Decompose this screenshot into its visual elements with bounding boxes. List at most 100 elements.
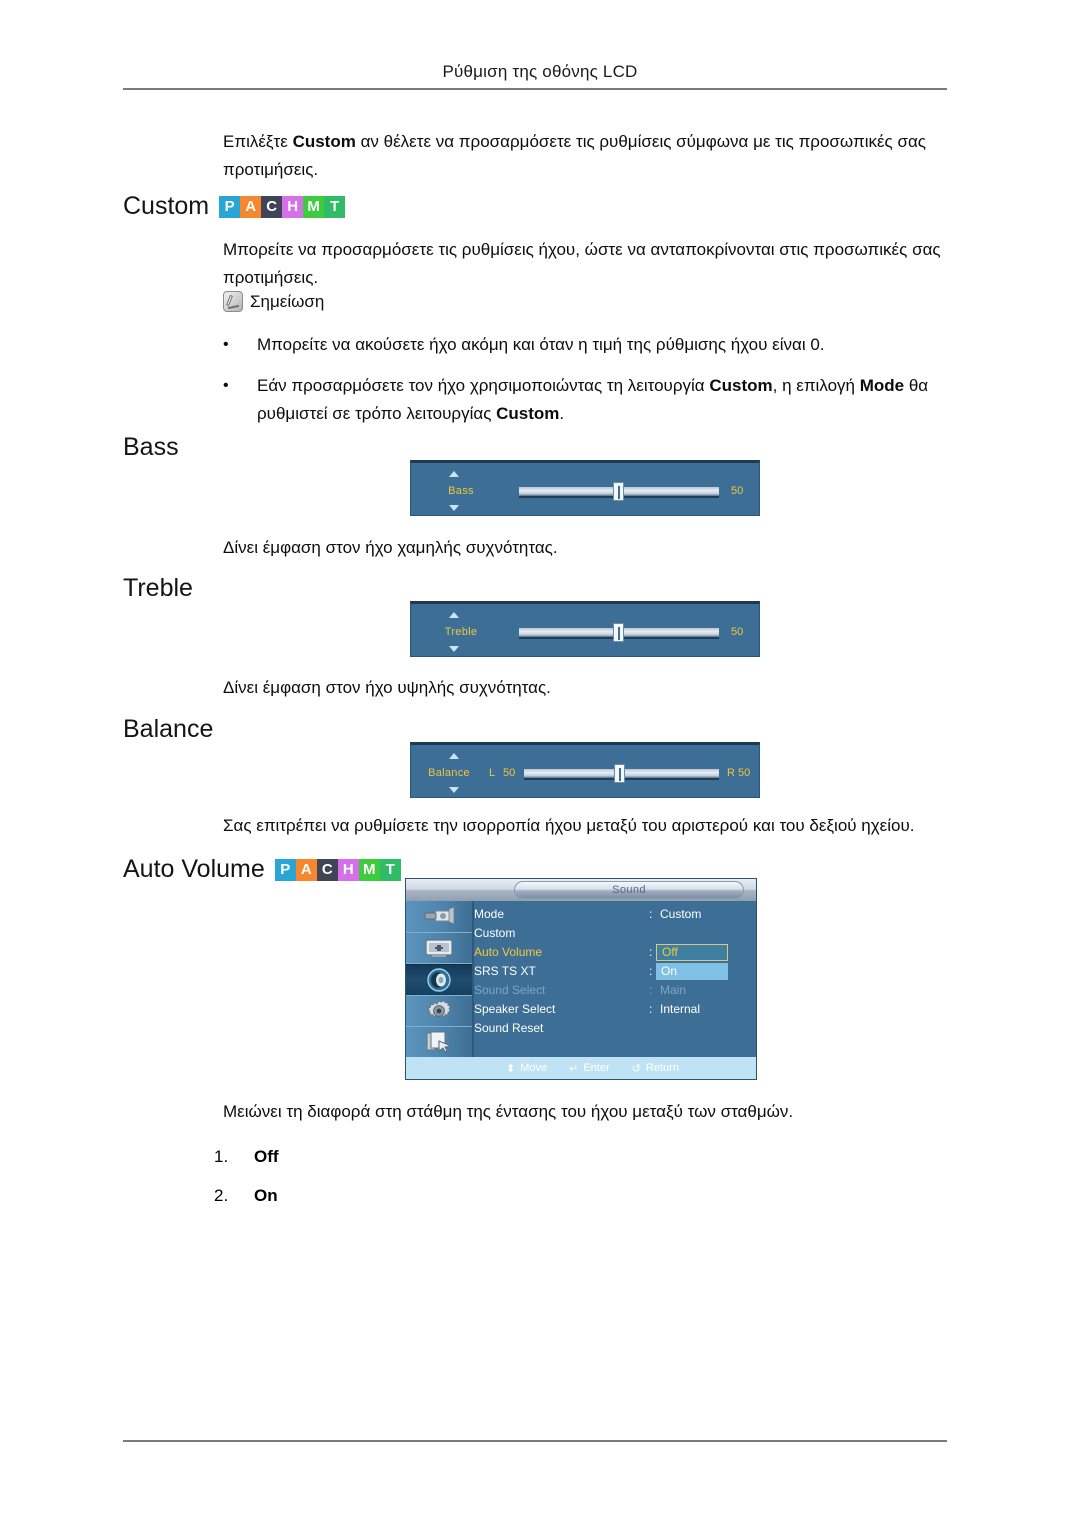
osd-hint-enter: ↵ Enter (569, 1062, 610, 1075)
bass-description: Δίνει έμφαση στον ήχο χαμηλής συχνότητας… (223, 538, 558, 557)
balance-description: Σας επιτρέπει να ρυθμίσετε την ισορροπία… (223, 816, 915, 835)
osd-slider-treble[interactable]: Treble 50 (410, 601, 760, 657)
heading-auto-volume-label: Auto Volume (123, 855, 265, 883)
heading-auto-volume: Auto Volume P A C H M T (123, 855, 401, 884)
treble-description: Δίνει έμφαση στον ήχο υψηλής συχνότητας. (223, 678, 551, 697)
move-arrows-icon: ⬍ (506, 1062, 516, 1075)
auto-volume-option-1: 1. Off (214, 1144, 279, 1170)
osd-balance-right-value: R 50 (727, 767, 751, 779)
running-head-title: Ρύθμιση της οθόνης LCD (442, 62, 638, 81)
bullet-text: Εάν προσαρμόσετε τον ήχο χρησιμοποιώντας… (257, 372, 957, 428)
osd-row-key: Custom (474, 926, 516, 940)
osd-balance-left-prefix: L (489, 767, 496, 779)
osd-slider-balance[interactable]: Balance L 50 R 50 (410, 742, 760, 798)
b2-l1-bold1: Custom (709, 376, 773, 395)
option-label: Off (254, 1147, 279, 1166)
osd-row-sep: : (649, 964, 653, 978)
badge-a: A (240, 195, 262, 218)
note-pen-icon (223, 291, 243, 312)
auto-volume-option-2: 2. On (214, 1183, 278, 1209)
option-number: 2. (214, 1186, 229, 1205)
sound-speaker-icon (427, 968, 451, 992)
osd-row-sep: : (649, 1002, 653, 1016)
osd-option-on-highlight[interactable]: On (656, 963, 728, 980)
heading-balance-label: Balance (123, 715, 214, 743)
osd-row-key: SRS TS XT (474, 964, 536, 978)
arrow-down-icon[interactable] (449, 787, 459, 793)
b2-l1-mid: , η επιλογή (772, 376, 860, 395)
osd-slider-treble-handle[interactable] (613, 623, 624, 642)
badge-group-auto-volume: P A C H M T (274, 858, 401, 881)
osd-row-key: Mode (474, 907, 505, 921)
osd-option-off-selected[interactable]: Off (656, 944, 728, 961)
badge-group-custom: P A C H M T (219, 195, 346, 218)
osd-sound-menu[interactable]: Sound Mode: Custom Custom Auto Volume:… (405, 878, 757, 1080)
b2-l2-bold1: Custom (496, 404, 560, 423)
osd-icon-sidebar[interactable] (406, 901, 474, 1059)
b2-l1-pre: Εάν προσαρμόσετε τον ήχο χρησιμοποιώντας… (257, 376, 710, 395)
b2-l1-post: θα (904, 376, 929, 395)
heading-treble-label: Treble (123, 574, 193, 602)
heading-balance: Balance (123, 715, 213, 744)
osd-slider-treble-value: 50 (731, 626, 744, 638)
badge-p: P (219, 195, 241, 218)
osd-menu-titlebar: Sound (406, 879, 756, 901)
badge-c: C (316, 858, 338, 881)
osd-sidebar-item-input[interactable] (406, 901, 472, 933)
b2-l2-pre: ρυθμιστεί σε τρόπο λειτουργίας (257, 404, 497, 423)
osd-row-key: Speaker Select (474, 1002, 556, 1016)
osd-slider-bass-handle[interactable] (613, 482, 624, 501)
picture-icon (425, 939, 453, 957)
osd-row-value: Main (660, 983, 687, 997)
osd-row-sep: : (649, 945, 653, 959)
note-label: Σημείωση (250, 291, 325, 311)
setup-gear-icon (426, 999, 452, 1018)
osd-slider-balance-handle[interactable] (614, 764, 625, 783)
osd-slider-bass-label: Bass (448, 485, 474, 497)
bullet-marker: • (223, 336, 229, 353)
note-bullet-1: • Μπορείτε να ακούσετε ήχο ακόμη και ότα… (223, 331, 957, 359)
custom-body-paragraph: Μπορείτε να προσαρμόσετε τις ρυθμίσεις ή… (223, 236, 963, 292)
arrow-down-icon[interactable] (449, 505, 459, 511)
heading-bass: Bass (123, 433, 179, 462)
osd-row-sep: : (649, 907, 653, 921)
multi-control-icon (426, 1031, 453, 1053)
b2-l1-bold2: Mode (859, 376, 905, 395)
osd-bottom-hintbar: ⬍ Move ↵ Enter ↺ Return (406, 1057, 756, 1079)
badge-h: H (337, 858, 359, 881)
osd-row-sep: : (649, 983, 653, 997)
osd-row-key: Auto Volume (474, 945, 543, 959)
auto-volume-description: Μειώνει τη διαφορά στη στάθμη της ένταση… (223, 1102, 794, 1121)
document-page: Ρύθμιση της οθόνης LCD Επιλέξτε Custom α… (0, 0, 1080, 1527)
osd-row-key: Sound Select (474, 983, 546, 997)
arrow-up-icon[interactable] (449, 753, 459, 759)
osd-slider-bass-value: 50 (731, 485, 744, 497)
osd-sidebar-item-picture[interactable] (406, 933, 472, 965)
arrow-up-icon[interactable] (449, 471, 459, 477)
enter-key-icon: ↵ (569, 1062, 579, 1075)
b2-l2-post: . (559, 404, 565, 423)
option-number: 1. (214, 1147, 229, 1166)
osd-hint-return: ↺ Return (632, 1062, 679, 1075)
bullet-text: Μπορείτε να ακούσετε ήχο ακόμη και όταν … (257, 335, 825, 354)
intro-line1-post: αν θέλετε να προσαρμόσετε τις ρυθμίσεις … (355, 132, 893, 151)
osd-sidebar-item-sound[interactable] (406, 964, 472, 996)
osd-sidebar-item-multicontrol[interactable] (406, 1027, 472, 1059)
osd-sidebar-item-setup[interactable] (406, 996, 472, 1028)
osd-hint-label: Return (645, 1062, 679, 1074)
badge-p: P (274, 858, 296, 881)
osd-slider-bass[interactable]: Bass 50 (410, 460, 760, 516)
return-arrow-icon: ↺ (631, 1062, 641, 1075)
osd-row-value: Custom (660, 907, 702, 921)
osd-hint-label: Move (520, 1062, 548, 1074)
heading-custom: Custom P A C H M T (123, 192, 346, 221)
badge-t: T (379, 858, 401, 881)
arrow-up-icon[interactable] (449, 612, 459, 618)
input-source-icon (424, 906, 455, 925)
osd-hint-label: Enter (583, 1062, 610, 1074)
badge-m: M (303, 195, 325, 218)
osd-slider-balance-label: Balance (428, 767, 470, 779)
arrow-down-icon[interactable] (449, 646, 459, 652)
bullet-marker: • (223, 377, 229, 394)
intro-line1-bold: Custom (292, 132, 356, 151)
